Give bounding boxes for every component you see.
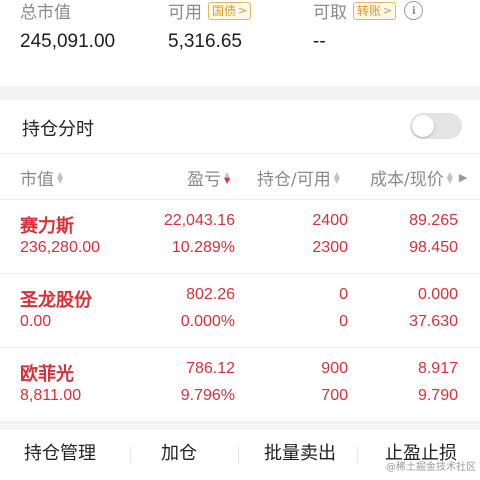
sort-profit-loss-header[interactable]: 盈亏 ▲ ▼ — [187, 165, 230, 190]
stock-name: 圣龙股份 — [20, 290, 92, 311]
stock-price: 37.630 — [409, 313, 458, 330]
stock-position: 900 — [321, 360, 348, 377]
market-value-label-text: 总市值 — [20, 3, 71, 23]
stock-profit-loss: 802.26 — [186, 286, 235, 303]
scroll-right-icon[interactable]: ▶ — [459, 171, 467, 184]
chevron-right-icon: > — [238, 3, 248, 17]
transfer-tag-label: 转账 — [357, 3, 382, 18]
stock-cost: 89.265 — [409, 212, 458, 229]
stock-position: 0 — [339, 286, 348, 303]
holding-row[interactable]: 赛力斯 236,280.00 22,043.16 10.289% 2400 23… — [0, 200, 480, 274]
market-value-label: 总市值 — [20, 0, 71, 23]
stock-name: 赛力斯 — [20, 216, 74, 237]
add-position-button[interactable]: 加仓 — [161, 439, 197, 465]
stock-position: 2400 — [312, 212, 348, 229]
position-header-label: 持仓/可用 — [257, 170, 331, 190]
divider — [357, 447, 358, 463]
bond-tag-label: 国债 — [212, 3, 237, 18]
watermark: @稀土掘金技术社区 — [386, 462, 476, 473]
holding-row[interactable]: 欧菲光 8,811.00 786.12 9.796% 900 700 8.917… — [0, 348, 480, 422]
bond-tag-button[interactable]: 国债 > — [208, 1, 252, 20]
batch-sell-button[interactable]: 批量卖出 — [264, 439, 336, 465]
market-value-header-label: 市值 — [20, 170, 54, 190]
withdrawable-label: 可取 转账 > i — [313, 0, 424, 23]
stock-profit-loss: 22,043.16 — [163, 212, 235, 229]
stock-profit-loss-pct: 9.796% — [180, 387, 235, 404]
toggle-knob — [412, 115, 434, 137]
info-icon[interactable]: i — [404, 1, 424, 20]
stock-available: 2300 — [312, 239, 348, 256]
cost-price-header-label: 成本/现价 — [370, 170, 444, 190]
sort-desc-icon: ▲ ▼ — [224, 169, 231, 185]
stock-available: 0 — [339, 313, 348, 330]
stock-price: 98.450 — [409, 239, 458, 256]
manage-positions-button[interactable]: 持仓管理 — [24, 439, 96, 465]
stock-profit-loss-pct: 10.289% — [171, 239, 235, 256]
sort-icon: ▲ ▼ — [333, 169, 340, 185]
sort-market-value-header[interactable]: 市值 ▲ ▼ — [20, 165, 63, 190]
timeshare-toggle-row: 持仓分时 — [0, 100, 480, 154]
withdrawable-amount: -- — [313, 31, 326, 52]
divider — [130, 447, 131, 463]
profit-loss-header-label: 盈亏 — [187, 170, 221, 190]
section-gap — [0, 422, 480, 430]
stock-name: 欧菲光 — [20, 364, 74, 385]
stock-market-value: 0.00 — [20, 313, 52, 330]
chevron-right-icon: > — [383, 3, 393, 17]
sort-icon: ▲ ▼ — [57, 169, 64, 185]
holding-row[interactable]: 圣龙股份 0.00 802.26 0.000% 0 0 0.000 37.630 — [0, 274, 480, 348]
stock-market-value: 8,811.00 — [20, 387, 82, 404]
available-amount: 5,316.65 — [168, 31, 242, 52]
account-summary: 总市值 245,091.00 可用 国债 > 5,316.65 可取 转账 > … — [0, 0, 480, 86]
stock-available: 700 — [321, 387, 348, 404]
sort-cost-price-header[interactable]: 成本/现价 ▲ ▼ ▶ — [370, 165, 467, 190]
stock-cost: 8.917 — [417, 360, 458, 377]
stock-cost: 0.000 — [417, 286, 458, 303]
withdrawable-label-text: 可取 — [313, 3, 347, 23]
sort-position-header[interactable]: 持仓/可用 ▲ ▼ — [257, 165, 340, 190]
transfer-tag-button[interactable]: 转账 > — [353, 1, 397, 20]
stock-profit-loss-pct: 0.000% — [180, 313, 235, 330]
holdings-table-header: 市值 ▲ ▼ 盈亏 ▲ ▼ 持仓/可用 ▲ ▼ 成本/现价 ▲ ▼ ▶ — [0, 154, 480, 200]
sort-icon: ▲ ▼ — [446, 169, 453, 185]
section-gap — [0, 86, 480, 100]
market-value-amount: 245,091.00 — [20, 31, 116, 52]
stock-profit-loss: 786.12 — [186, 360, 235, 377]
timeshare-toggle-switch[interactable] — [410, 113, 462, 139]
available-label: 可用 国债 > — [168, 0, 252, 23]
stock-market-value: 236,280.00 — [20, 239, 101, 256]
available-label-text: 可用 — [168, 3, 202, 23]
timeshare-toggle-label: 持仓分时 — [22, 119, 94, 140]
stock-price: 9.790 — [417, 387, 458, 404]
divider — [238, 447, 239, 463]
